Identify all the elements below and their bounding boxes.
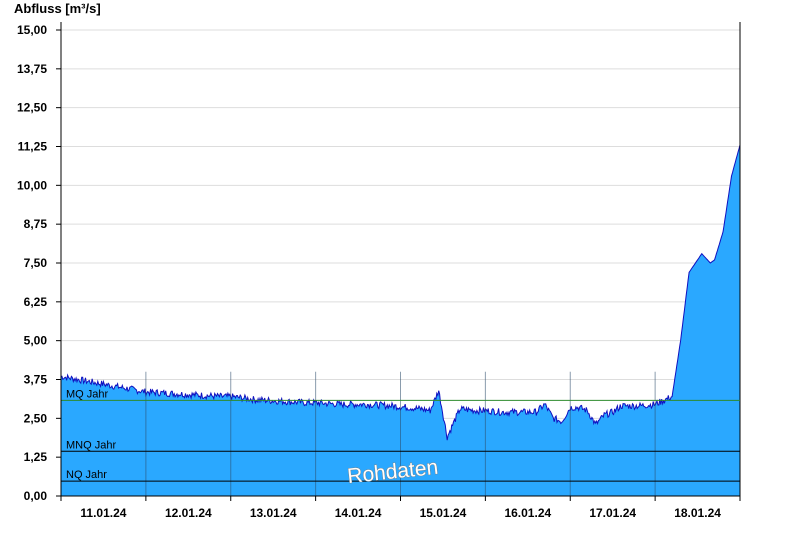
- y-tick-label: 12,50: [17, 101, 47, 115]
- y-tick-label: 5,00: [24, 334, 48, 348]
- y-tick-label: 15,00: [17, 23, 47, 37]
- x-axis: 11.01.24 12.01.24 13.01.24 14.01.24 15.01.24…: [60, 495, 741, 520]
- x-tick-label: 15.01.24: [420, 506, 467, 520]
- x-tick-label: 16.01.24: [504, 506, 551, 520]
- y-tick-label: 2,50: [24, 411, 48, 425]
- y-tick-label: 1,25: [24, 450, 48, 464]
- y-tick-label: 0,00: [24, 489, 48, 503]
- x-tick-label: 13.01.24: [250, 506, 297, 520]
- x-tick-label: 18.01.24: [674, 506, 721, 520]
- x-tick-label: 17.01.24: [589, 506, 636, 520]
- reference-line-label: MQ Jahr: [66, 388, 109, 400]
- y-axis: 0,00 1,25 2,50 3,75 5,00 6,25 7,50 8,75 10,00 11,…: [17, 22, 62, 503]
- discharge-chart: MQ Jahr MNQ Jahr NQ Jahr 0,00 1,25 2,50 3,75 5…: [14, 1, 741, 520]
- reference-line-label: NQ Jahr: [66, 469, 107, 481]
- y-tick-label: 11,25: [18, 140, 48, 154]
- y-tick-label: 6,25: [24, 295, 48, 309]
- x-tick-label: 11.01.24: [80, 506, 126, 520]
- reference-line-label: MNQ Jahr: [66, 439, 116, 451]
- y-tick-label: 7,50: [24, 256, 48, 270]
- y-tick-label: 10,00: [17, 178, 47, 192]
- y-tick-label: 13,75: [17, 62, 47, 76]
- x-tick-label: 12.01.24: [165, 506, 212, 520]
- y-tick-label: 8,75: [24, 217, 48, 231]
- y-axis-label: Abfluss [m³/s]: [14, 1, 101, 16]
- x-tick-label: 14.01.24: [335, 506, 382, 520]
- y-tick-label: 3,75: [24, 373, 48, 387]
